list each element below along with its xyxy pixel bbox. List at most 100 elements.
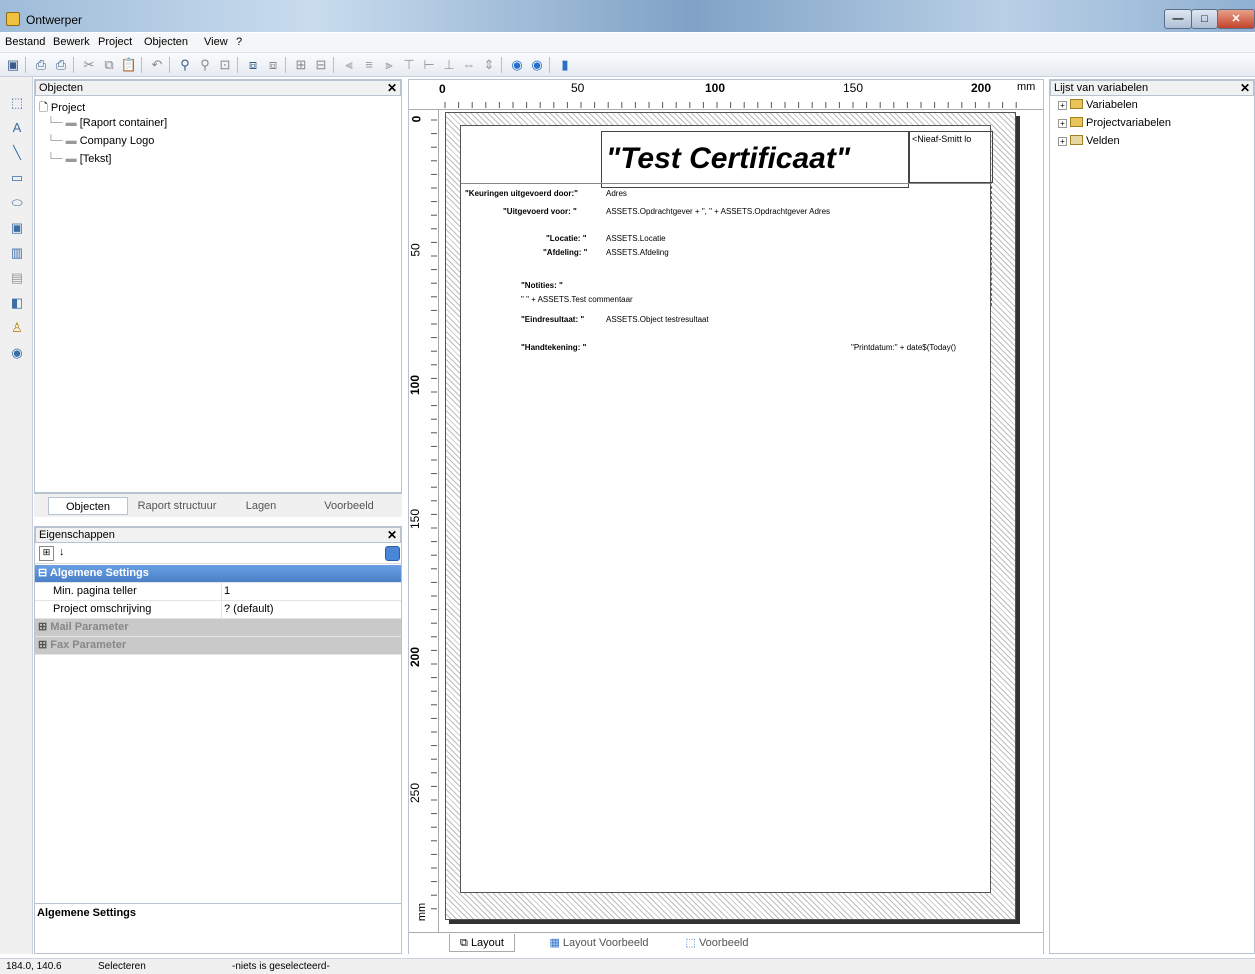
- menu-help[interactable]: ?: [236, 36, 242, 48]
- ungroup-icon[interactable]: ⊟: [312, 56, 330, 74]
- undo-icon[interactable]: ↶: [148, 56, 166, 74]
- properties-panel-close-icon[interactable]: ✕: [387, 528, 397, 542]
- expand-icon[interactable]: +: [1058, 119, 1067, 128]
- expand-icon[interactable]: +: [1058, 101, 1067, 110]
- paste-icon[interactable]: 📋: [120, 56, 138, 74]
- tree-root[interactable]: 🗋 Project: [39, 99, 85, 118]
- table-tool-icon[interactable]: ▤: [9, 270, 25, 286]
- expand-icon[interactable]: +: [1058, 137, 1067, 146]
- report-body[interactable]: "Test Certificaat" <Nieaf-Smitt lo "Keur…: [460, 125, 993, 893]
- tab-layout[interactable]: ⧉ Layout: [449, 934, 515, 952]
- save-icon[interactable]: ▣: [4, 56, 22, 74]
- tree-item[interactable]: └─ ▬ Company Logo: [47, 135, 154, 147]
- align-middle-icon[interactable]: ⊢: [420, 56, 438, 74]
- html-tool-icon[interactable]: ◉: [9, 345, 25, 361]
- status-bar: 184.0, 140.6 Selecteren -niets is gesele…: [0, 958, 1255, 974]
- report-field-value[interactable]: ASSETS.Opdrachtgever + ", " + ASSETS.Opd…: [606, 207, 830, 216]
- report-field-value[interactable]: ASSETS.Afdeling: [606, 248, 669, 257]
- menu-objecten[interactable]: Objecten: [144, 36, 188, 48]
- report-field-label[interactable]: " " + ASSETS.Test commentaar: [521, 295, 633, 304]
- group-icon[interactable]: ⊞: [292, 56, 310, 74]
- info-icon[interactable]: ▮: [556, 56, 574, 74]
- tree-item-label: Company Logo: [79, 135, 155, 147]
- user-tool-icon[interactable]: ♙: [9, 320, 25, 336]
- report-field-label[interactable]: "Keuringen uitgevoerd door:": [465, 189, 578, 198]
- report-field-label[interactable]: "Uitgevoerd voor: ": [503, 207, 577, 216]
- title-frame[interactable]: "Test Certificaat": [601, 131, 909, 188]
- variables-panel-close-icon[interactable]: ✕: [1240, 81, 1250, 95]
- property-row[interactable]: Project omschrijving ? (default): [35, 601, 401, 619]
- report-field-value[interactable]: ASSETS.Locatie: [606, 234, 666, 243]
- ellipse-tool-icon[interactable]: ⬭: [9, 195, 25, 211]
- menu-bestand[interactable]: Bestand: [5, 36, 45, 48]
- tree-item[interactable]: └─ ▬ [Raport container]: [47, 117, 167, 129]
- print-preview-icon[interactable]: ⎙: [52, 56, 70, 74]
- select-tool-icon[interactable]: ⬚: [9, 95, 25, 111]
- status-selection: -niets is geselecteerd-: [232, 961, 330, 972]
- report-field-label[interactable]: "Locatie: ": [546, 234, 586, 243]
- tab-voorbeeld[interactable]: Voorbeeld: [306, 497, 392, 515]
- group-fax-parameter[interactable]: ⊞ Fax Parameter: [35, 637, 401, 655]
- tab-voorbeeld-preview[interactable]: ⬚ Voorbeeld: [677, 934, 757, 952]
- image-tool-icon[interactable]: ▣: [9, 220, 25, 236]
- report-field-label[interactable]: "Handtekening: ": [521, 343, 586, 352]
- menu-project[interactable]: Project: [98, 36, 132, 48]
- tree-item[interactable]: └─ ▬ [Tekst]: [47, 153, 112, 165]
- minimize-button[interactable]: —: [1164, 9, 1192, 29]
- group-algemene-settings[interactable]: ⊟ Algemene Settings: [35, 565, 401, 583]
- rectangle-tool-icon[interactable]: ▭: [9, 170, 25, 186]
- tab-objecten[interactable]: Objecten: [48, 497, 128, 515]
- align-right-icon[interactable]: ⫸: [380, 56, 398, 74]
- copy-icon[interactable]: ⧉: [100, 56, 118, 74]
- print-icon[interactable]: ⎙: [32, 56, 50, 74]
- preview-globe-icon[interactable]: ◉: [528, 56, 546, 74]
- close-button[interactable]: ✕: [1217, 9, 1255, 29]
- cut-icon[interactable]: ✂: [80, 56, 98, 74]
- maximize-button[interactable]: □: [1191, 9, 1218, 29]
- variables-tree-item[interactable]: + Velden: [1058, 135, 1120, 147]
- report-title[interactable]: "Test Certificaat": [606, 142, 850, 176]
- group-mail-parameter[interactable]: ⊞ Mail Parameter: [35, 619, 401, 637]
- menu-bewerk[interactable]: Bewerk: [53, 36, 90, 48]
- objects-panel-close-icon[interactable]: ✕: [387, 81, 397, 95]
- property-row[interactable]: Min. pagina teller 1: [35, 583, 401, 601]
- tab-layout-voorbeeld[interactable]: ▦ Layout Voorbeeld: [539, 934, 659, 952]
- bring-front-icon[interactable]: ⧈: [244, 56, 262, 74]
- tab-lagen[interactable]: Lagen: [226, 497, 296, 515]
- same-height-icon[interactable]: ⇕: [480, 56, 498, 74]
- tree-connector-icon: └─ ▬: [47, 117, 80, 129]
- categorized-icon[interactable]: ⊞: [39, 546, 54, 561]
- design-canvas[interactable]: "Test Certificaat" <Nieaf-Smitt lo "Keur…: [439, 110, 1043, 932]
- line-tool-icon[interactable]: ╲: [9, 145, 25, 161]
- variables-tree-item[interactable]: + Variabelen: [1058, 99, 1138, 111]
- same-width-icon[interactable]: ⇔: [460, 56, 478, 74]
- zoom-in-icon[interactable]: ⚲: [176, 56, 194, 74]
- align-left-icon[interactable]: ⫷: [340, 56, 358, 74]
- zoom-fit-icon[interactable]: ⊡: [216, 56, 234, 74]
- barcode-tool-icon[interactable]: ▥: [9, 245, 25, 261]
- sort-az-icon[interactable]: ↓: [59, 546, 65, 558]
- report-field-value[interactable]: ASSETS.Object testresultaat: [606, 315, 709, 324]
- zoom-out-icon[interactable]: ⚲: [196, 56, 214, 74]
- menu-view[interactable]: View: [204, 36, 228, 48]
- chart-tool-icon[interactable]: ◧: [9, 295, 25, 311]
- tab-raport-structuur[interactable]: Raport structuur: [132, 497, 222, 515]
- toolbar-separator: [333, 57, 334, 73]
- align-top-icon[interactable]: ⊤: [400, 56, 418, 74]
- printdate-field[interactable]: "Printdatum:" + date$(Today(): [851, 343, 956, 352]
- tab-voorbeeld-label: Voorbeeld: [698, 937, 749, 949]
- property-value[interactable]: ? (default): [221, 601, 274, 618]
- report-field-label[interactable]: "Afdeling: ": [543, 248, 587, 257]
- align-center-icon[interactable]: ≡: [360, 56, 378, 74]
- variables-tree-item[interactable]: + Projectvariabelen: [1058, 117, 1171, 129]
- report-field-label[interactable]: "Eindresultaat: ": [521, 315, 584, 324]
- property-value[interactable]: 1: [221, 583, 230, 600]
- report-field-label[interactable]: "Notities: ": [521, 281, 563, 290]
- send-back-icon[interactable]: ⧈: [264, 56, 282, 74]
- globe-icon[interactable]: ◉: [508, 56, 526, 74]
- align-bottom-icon[interactable]: ⊥: [440, 56, 458, 74]
- property-pages-icon[interactable]: [385, 546, 400, 561]
- report-field-value[interactable]: Adres: [606, 189, 627, 198]
- text-tool-icon[interactable]: A: [9, 120, 25, 136]
- company-logo[interactable]: <Nieaf-Smitt lo: [909, 131, 993, 183]
